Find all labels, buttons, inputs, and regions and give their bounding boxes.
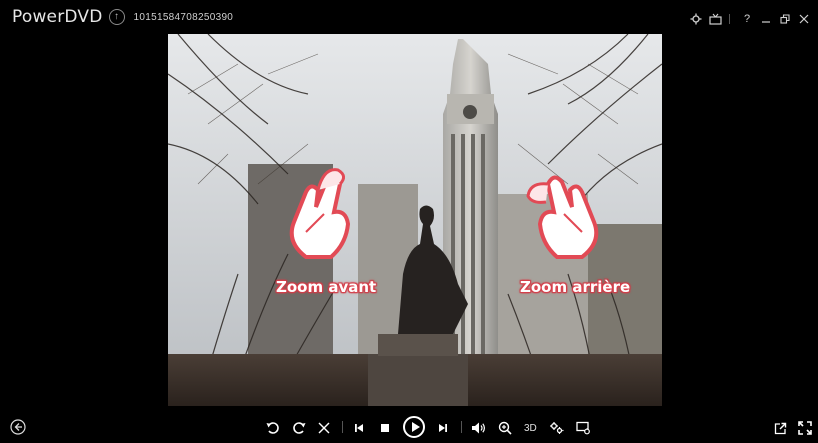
- settings-icon[interactable]: [549, 420, 564, 436]
- file-name: 10151584708250390: [133, 11, 234, 23]
- fullscreen-icon[interactable]: [798, 420, 812, 436]
- control-divider: [342, 421, 343, 433]
- control-divider: [461, 421, 462, 433]
- previous-icon[interactable]: [353, 420, 365, 436]
- zoom-icon[interactable]: [498, 420, 512, 436]
- rotate-right-icon[interactable]: [292, 420, 306, 436]
- delete-icon[interactable]: [318, 420, 330, 436]
- tv-mode-icon[interactable]: [707, 12, 723, 26]
- popout-icon[interactable]: [774, 420, 787, 436]
- 3d-button[interactable]: 3D: [524, 420, 537, 436]
- control-bar: 3D: [0, 411, 818, 443]
- app-title: PowerDVD: [12, 7, 103, 27]
- next-icon[interactable]: [437, 420, 449, 436]
- upgrade-icon[interactable]: ↑: [108, 9, 125, 25]
- zoom-in-label: Zoom avant: [276, 278, 377, 296]
- window-controls-divider: [729, 14, 730, 24]
- play-icon[interactable]: [403, 416, 425, 438]
- close-icon[interactable]: [796, 12, 812, 26]
- window-controls: ?: [685, 12, 812, 26]
- photo-viewer[interactable]: Zoom avant Zoom arrière: [168, 34, 662, 406]
- zoom-out-gesture-icon: [526, 175, 599, 259]
- volume-icon[interactable]: [471, 420, 486, 436]
- stop-icon[interactable]: [379, 420, 391, 436]
- slideshow-icon[interactable]: [576, 420, 591, 436]
- settings-icon[interactable]: [688, 12, 704, 26]
- rotate-left-icon[interactable]: [266, 420, 280, 436]
- restore-icon[interactable]: [777, 12, 793, 26]
- back-icon[interactable]: [10, 419, 26, 435]
- minimize-icon[interactable]: [758, 12, 774, 26]
- zoom-in-gesture-icon: [289, 168, 351, 259]
- zoom-out-label: Zoom arrière: [520, 278, 631, 296]
- help-icon[interactable]: ?: [739, 12, 755, 26]
